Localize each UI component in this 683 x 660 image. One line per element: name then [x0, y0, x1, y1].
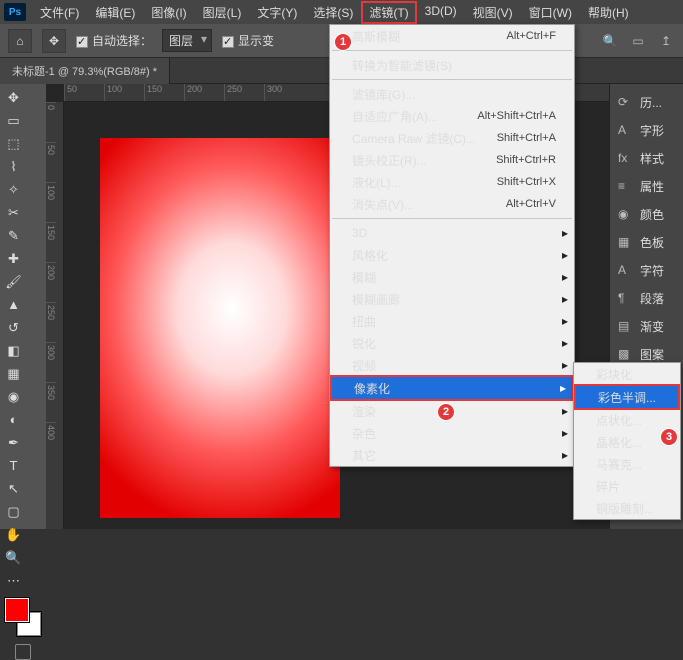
artboard-tool[interactable]: ▭ [3, 110, 24, 131]
menu-6[interactable]: 滤镜(T) [361, 1, 416, 24]
panel-8[interactable]: ▤渐变 [610, 312, 683, 340]
tools-panel: ✥ ▭ ⬚ ⌇ ✧ ✂ ✎ ✚ 🖌 ▲ ↺ ◧ ▦ ◉ ◐ ✒ T ↖ ▢ ✋ … [0, 84, 46, 529]
shape-tool[interactable]: ▢ [3, 501, 24, 522]
quick-mask[interactable] [15, 644, 31, 660]
filter-item-16[interactable]: 锐化▸ [330, 332, 574, 354]
filter-item-8[interactable]: 液化(L)...Shift+Ctrl+X [330, 171, 574, 193]
menu-10[interactable]: 帮助(H) [580, 1, 637, 24]
menu-2[interactable]: 图像(I) [143, 1, 194, 24]
menu-3[interactable]: 图层(L) [195, 1, 250, 24]
filter-item-15[interactable]: 扭曲▸ [330, 310, 574, 332]
path-tool[interactable]: ↖ [3, 478, 24, 499]
panel-4[interactable]: ◉颜色 [610, 200, 683, 228]
hand-tool[interactable]: ✋ [3, 524, 24, 545]
gradient-tool[interactable]: ▦ [3, 363, 24, 384]
search-icon[interactable]: 🔍 [601, 34, 619, 48]
color-swatch[interactable] [5, 598, 41, 636]
ps-logo: Ps [4, 3, 26, 21]
pixelate-item-5[interactable]: 碎片 [574, 475, 680, 497]
document-tab[interactable]: 未标题-1 @ 79.3%(RGB/8#) * [0, 58, 170, 84]
pixelate-item-1[interactable]: 彩色半调... [576, 386, 678, 408]
panel-5[interactable]: ▦色板 [610, 228, 683, 256]
more-tools[interactable]: ⋯ [3, 570, 24, 591]
menu-5[interactable]: 选择(S) [305, 1, 361, 24]
filter-item-2[interactable]: 转换为智能滤镜(S) [330, 54, 574, 76]
pixelate-item-4[interactable]: 马赛克... [574, 453, 680, 475]
blur-tool[interactable]: ◉ [3, 386, 24, 407]
filter-item-18[interactable]: 像素化▸ [332, 377, 572, 399]
zoom-tool[interactable]: 🔍 [3, 547, 24, 568]
menu-8[interactable]: 视图(V) [465, 1, 521, 24]
marquee-tool[interactable]: ⬚ [3, 133, 24, 154]
pixelate-item-2[interactable]: 点状化... [574, 409, 680, 431]
stamp-tool[interactable]: ▲ [3, 294, 24, 315]
pen-tool[interactable]: ✒ [3, 432, 24, 453]
menu-0[interactable]: 文件(F) [32, 1, 87, 24]
move-tool-icon[interactable]: ✥ [42, 29, 66, 53]
filter-item-5[interactable]: 自适应广角(A)...Alt+Shift+Ctrl+A [330, 105, 574, 127]
type-tool[interactable]: T [3, 455, 24, 476]
pixelate-item-0[interactable]: 彩块化 [574, 363, 680, 385]
filter-item-13[interactable]: 模糊▸ [330, 266, 574, 288]
panel-6[interactable]: A字符 [610, 256, 683, 284]
ruler-vertical: 050100150200250300350400 [46, 102, 64, 529]
filter-item-20[interactable]: 杂色▸ [330, 422, 574, 444]
filter-item-6[interactable]: Camera Raw 滤镜(C)...Shift+Ctrl+A [330, 127, 574, 149]
filter-item-9[interactable]: 消失点(V)...Alt+Ctrl+V [330, 193, 574, 215]
filter-item-17[interactable]: 视频▸ [330, 354, 574, 376]
filter-menu: 高斯模糊Alt+Ctrl+F 转换为智能滤镜(S) 滤镜库(G)...自适应广角(A… [329, 24, 575, 467]
panel-2[interactable]: fx样式 [610, 144, 683, 172]
menu-9[interactable]: 窗口(W) [521, 1, 580, 24]
menubar: Ps 文件(F)编辑(E)图像(I)图层(L)文字(Y)选择(S)滤镜(T)3D… [0, 0, 683, 24]
filter-item-11[interactable]: 3D▸ [330, 222, 574, 244]
healing-tool[interactable]: ✚ [3, 248, 24, 269]
filter-item-7[interactable]: 镜头校正(R)...Shift+Ctrl+R [330, 149, 574, 171]
layer-select[interactable]: 图层 [162, 29, 212, 52]
annotation-badge-1: 1 [334, 33, 352, 51]
auto-select-check[interactable]: 自动选择： [76, 32, 152, 49]
filter-item-12[interactable]: 风格化▸ [330, 244, 574, 266]
share-icon[interactable]: ↥ [657, 34, 675, 48]
move-tool[interactable]: ✥ [3, 87, 24, 108]
filter-item-4[interactable]: 滤镜库(G)... [330, 83, 574, 105]
lasso-tool[interactable]: ⌇ [3, 156, 24, 177]
wand-tool[interactable]: ✧ [3, 179, 24, 200]
menu-1[interactable]: 编辑(E) [87, 1, 143, 24]
dodge-tool[interactable]: ◐ [3, 409, 24, 430]
menu-7[interactable]: 3D(D) [417, 1, 465, 24]
panel-1[interactable]: A字形 [610, 116, 683, 144]
annotation-badge-3: 3 [660, 428, 678, 446]
filter-item-14[interactable]: 模糊画廊▸ [330, 288, 574, 310]
filter-item-0[interactable]: 高斯模糊Alt+Ctrl+F [330, 25, 574, 47]
panel-0[interactable]: ⟳历... [610, 88, 683, 116]
eyedropper-tool[interactable]: ✎ [3, 225, 24, 246]
panel-7[interactable]: ¶段落 [610, 284, 683, 312]
history-brush[interactable]: ↺ [3, 317, 24, 338]
eraser-tool[interactable]: ◧ [3, 340, 24, 361]
menu-4[interactable]: 文字(Y) [249, 1, 305, 24]
workspace-icon[interactable]: ▭ [629, 34, 647, 48]
brush-tool[interactable]: 🖌 [3, 271, 24, 292]
annotation-badge-2: 2 [437, 403, 455, 421]
filter-item-21[interactable]: 其它▸ [330, 444, 574, 466]
panel-3[interactable]: ≡属性 [610, 172, 683, 200]
home-icon[interactable]: ⌂ [8, 29, 32, 53]
pixelate-item-6[interactable]: 铜版雕刻... [574, 497, 680, 519]
show-transform-check[interactable]: 显示变 [222, 32, 274, 49]
crop-tool[interactable]: ✂ [3, 202, 24, 223]
canvas[interactable] [100, 138, 340, 518]
